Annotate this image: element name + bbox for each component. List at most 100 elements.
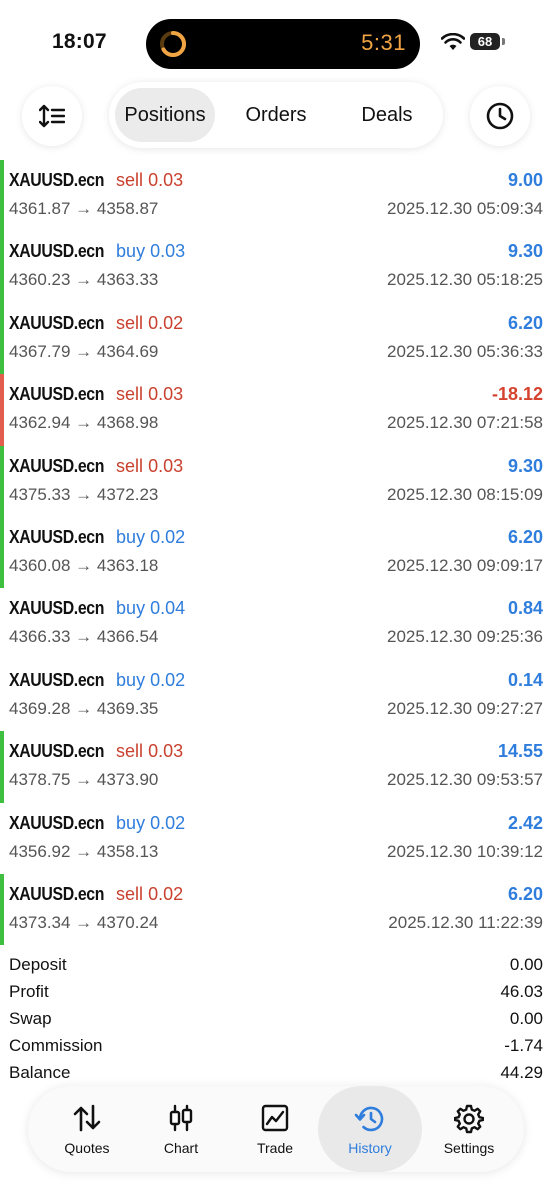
trade-chart-icon <box>261 1104 289 1132</box>
trade-title: XAUUSD.ecn buy 0.02 <box>9 670 185 691</box>
trade-title: XAUUSD.ecn buy 0.02 <box>9 527 185 548</box>
trade-time: 2025.12.30 07:21:58 <box>387 413 543 433</box>
trade-volume: 0.02 <box>150 812 186 833</box>
dynamic-island: 5:31 <box>146 19 420 69</box>
sort-icon <box>39 104 65 128</box>
trade-side: sell <box>116 384 144 405</box>
trade-volume: 0.02 <box>150 526 186 547</box>
trade-title: XAUUSD.ecn buy 0.02 <box>9 813 185 834</box>
trade-title: XAUUSD.ecn sell 0.03 <box>9 170 183 191</box>
sort-button[interactable] <box>22 86 82 146</box>
tab-settings[interactable]: Settings <box>422 1086 516 1172</box>
trade-profit: 0.14 <box>507 669 543 690</box>
trade-symbol: XAUUSD.ecn <box>9 455 105 476</box>
tab-settings-label: Settings <box>443 1140 495 1156</box>
bottom-tab-bar: Quotes Chart Trade History Settings <box>28 1086 524 1172</box>
trade-row[interactable]: XAUUSD.ecn sell 0.03 14.55 4378.75 → 4373.… <box>0 731 552 803</box>
trade-profit: 9.30 <box>507 455 543 476</box>
trade-profit: 6.20 <box>507 526 543 547</box>
summary-value: 0.00 <box>509 955 543 974</box>
trade-prices: 4369.28 → 4369.35 <box>9 698 159 718</box>
tab-history[interactable]: History <box>318 1086 422 1172</box>
trade-title: XAUUSD.ecn sell 0.03 <box>9 741 183 762</box>
trade-prices: 4366.33 → 4366.54 <box>9 627 159 647</box>
trade-prices: 4360.23 → 4363.33 <box>9 270 159 290</box>
history-clock-icon <box>486 102 514 130</box>
trade-side: sell <box>116 170 144 190</box>
trade-row[interactable]: XAUUSD.ecn sell 0.03 9.30 4375.33 → 4372.2… <box>0 445 552 517</box>
trade-side: sell <box>116 455 144 476</box>
trade-profit: 6.20 <box>507 883 543 904</box>
trade-time: 2025.12.30 09:25:36 <box>387 627 543 647</box>
trade-symbol: XAUUSD.ecn <box>9 812 105 833</box>
tab-chart-label: Chart <box>163 1140 199 1156</box>
trade-prices: 4378.75 → 4373.90 <box>9 770 159 790</box>
tab-trade[interactable]: Trade <box>228 1086 322 1172</box>
trade-row[interactable]: XAUUSD.ecn buy 0.02 2.42 4356.92 → 4358.13… <box>0 803 552 874</box>
trade-prices: 4375.33 → 4372.23 <box>9 484 159 504</box>
tab-orders[interactable]: Orders <box>226 88 326 142</box>
tab-deals[interactable]: Deals <box>337 88 437 142</box>
trade-row[interactable]: XAUUSD.ecn buy 0.02 0.14 4369.28 → 4369.35… <box>0 660 552 731</box>
trade-prices: 4360.08 → 4363.18 <box>9 555 159 575</box>
trade-symbol: XAUUSD.ecn <box>9 883 105 904</box>
trade-volume: 0.02 <box>150 669 186 690</box>
trade-symbol: XAUUSD.ecn <box>9 741 105 762</box>
trade-title: XAUUSD.ecn buy 0.03 <box>9 241 185 262</box>
trade-profit: 0.84 <box>507 598 543 619</box>
trade-prices: 4373.34 → 4370.24 <box>9 912 159 932</box>
battery-icon: 68 <box>470 33 500 50</box>
trade-result-indicator <box>0 731 4 803</box>
summary-label: Commission <box>9 1036 103 1055</box>
trade-symbol: XAUUSD.ecn <box>9 312 105 333</box>
account-summary: Deposit 0.00 Profit 46.03 Swap 0.00 Commission… <box>0 953 552 1088</box>
summary-value: 46.03 <box>500 982 543 1001</box>
trade-side: buy <box>116 241 146 262</box>
history-period-button[interactable] <box>470 86 530 146</box>
trade-volume: 0.02 <box>148 312 184 333</box>
tab-chart[interactable]: Chart <box>134 1086 228 1172</box>
trade-result-indicator <box>0 516 4 589</box>
trade-profit: 6.20 <box>507 312 543 333</box>
timer-ring-icon <box>160 30 186 57</box>
trade-row[interactable]: XAUUSD.ecn sell 0.02 6.20 4373.34 → 4370.2… <box>0 873 552 946</box>
history-icon <box>354 1106 384 1132</box>
trade-time: 2025.12.30 09:53:57 <box>387 770 543 790</box>
trade-title: XAUUSD.ecn sell 0.03 <box>9 456 183 477</box>
trade-row[interactable]: XAUUSD.ecn buy 0.03 9.30 4360.23 → 4363.33… <box>0 231 552 303</box>
trade-row[interactable]: XAUUSD.ecn buy 0.02 6.20 4360.08 → 4363.18… <box>0 516 552 589</box>
trade-result-indicator <box>0 873 4 946</box>
trade-row[interactable]: XAUUSD.ecn sell 0.03 9.00 4361.87 → 4358.8… <box>0 160 552 232</box>
tab-quotes[interactable]: Quotes <box>40 1086 134 1172</box>
trade-result-indicator <box>0 445 4 517</box>
trade-result-indicator <box>0 160 4 232</box>
trade-side: buy <box>116 669 146 690</box>
trade-time: 2025.12.30 09:09:17 <box>387 555 543 575</box>
trade-profit: 14.55 <box>497 741 543 762</box>
trade-prices: 4367.79 → 4364.69 <box>9 341 159 361</box>
trade-row[interactable]: XAUUSD.ecn buy 0.04 0.84 4366.33 → 4366.54… <box>0 588 552 659</box>
trade-volume: 0.03 <box>148 170 184 190</box>
trade-row[interactable]: XAUUSD.ecn sell 0.03 -18.12 4362.94 → 4368… <box>0 374 552 446</box>
trade-time: 2025.12.30 09:27:27 <box>387 698 543 718</box>
trade-title: XAUUSD.ecn buy 0.04 <box>9 598 185 619</box>
trade-volume: 0.03 <box>148 384 184 405</box>
trade-title: XAUUSD.ecn sell 0.02 <box>9 313 183 334</box>
trade-time: 2025.12.30 05:09:34 <box>387 199 543 218</box>
trade-side: sell <box>116 741 144 762</box>
trade-time: 2025.12.30 10:39:12 <box>387 841 543 861</box>
trade-side: buy <box>116 526 146 547</box>
trade-row[interactable]: XAUUSD.ecn sell 0.02 6.20 4367.79 → 4364.6… <box>0 302 552 375</box>
trade-symbol: XAUUSD.ecn <box>9 170 105 190</box>
battery-cap <box>502 38 505 45</box>
trade-title: XAUUSD.ecn sell 0.02 <box>9 884 183 905</box>
view-segmented-control: Positions Orders Deals <box>109 82 443 148</box>
summary-row: Swap 0.00 <box>0 1007 552 1034</box>
trade-result-indicator <box>0 231 4 303</box>
trade-result-indicator <box>0 302 4 375</box>
trade-side: buy <box>116 812 146 833</box>
chart-candles-icon <box>169 1104 193 1132</box>
trade-volume: 0.04 <box>150 598 186 619</box>
tab-positions[interactable]: Positions <box>115 88 215 142</box>
trade-profit: 2.42 <box>507 812 543 833</box>
